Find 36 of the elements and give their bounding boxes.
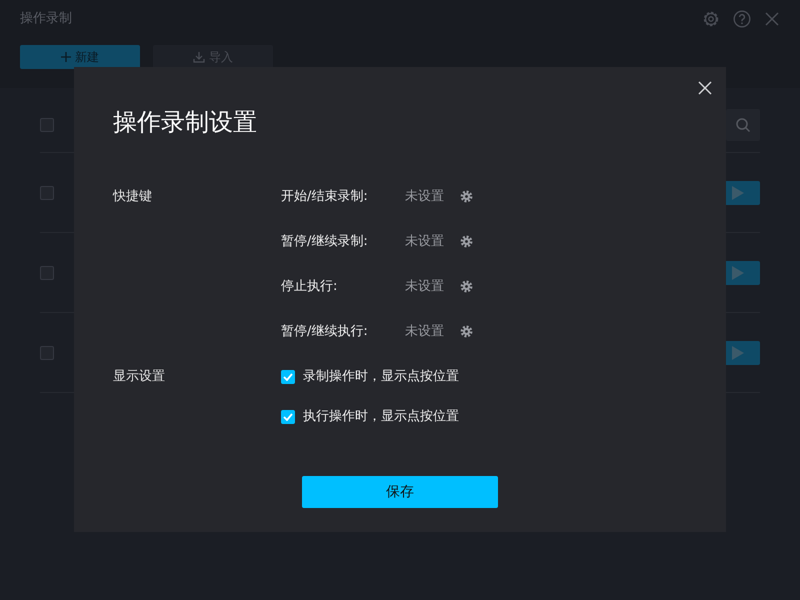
shortcut-value: 未设置 xyxy=(405,188,445,206)
settings-icon[interactable] xyxy=(460,325,473,338)
play-icon xyxy=(732,266,744,280)
checkbox[interactable] xyxy=(40,346,54,360)
checkbox[interactable] xyxy=(40,266,54,280)
checkbox-label: 录制操作时，显示点按位置 xyxy=(303,368,459,386)
checkbox[interactable] xyxy=(40,186,54,200)
download-icon xyxy=(193,50,205,62)
close-icon xyxy=(698,81,712,95)
section-label: 显示设置 xyxy=(113,368,166,386)
dialog-title: 操作录制设置 xyxy=(113,107,258,138)
shortcut-label: 开始/结束录制: xyxy=(281,188,369,206)
settings-icon[interactable] xyxy=(460,280,473,293)
shortcut-value: 未设置 xyxy=(405,278,445,296)
checkbox[interactable] xyxy=(40,118,54,132)
shortcut-value: 未设置 xyxy=(405,323,445,341)
save-button[interactable]: 保存 xyxy=(302,476,498,508)
play-icon xyxy=(732,346,744,360)
help-icon[interactable] xyxy=(733,10,751,28)
section-label: 快捷键 xyxy=(113,188,153,206)
app-title: 操作录制 xyxy=(20,10,72,28)
checkbox[interactable] xyxy=(281,410,295,424)
toolbar-button[interactable]: 新建 xyxy=(20,44,140,68)
settings-icon[interactable] xyxy=(460,235,473,248)
shortcut-label: 停止执行: xyxy=(281,278,338,296)
settings-icon[interactable] xyxy=(460,190,473,203)
search-icon xyxy=(735,117,751,133)
close-icon[interactable] xyxy=(764,11,780,27)
shortcut-label: 暂停/继续执行: xyxy=(281,323,369,341)
checkbox-label: 执行操作时，显示点按位置 xyxy=(303,408,459,426)
checkbox[interactable] xyxy=(281,370,295,384)
search-button[interactable] xyxy=(726,109,760,141)
play-icon xyxy=(732,186,744,200)
plus-icon xyxy=(61,52,71,62)
shortcut-value: 未设置 xyxy=(405,233,445,251)
shortcut-label: 暂停/继续录制: xyxy=(281,233,369,251)
